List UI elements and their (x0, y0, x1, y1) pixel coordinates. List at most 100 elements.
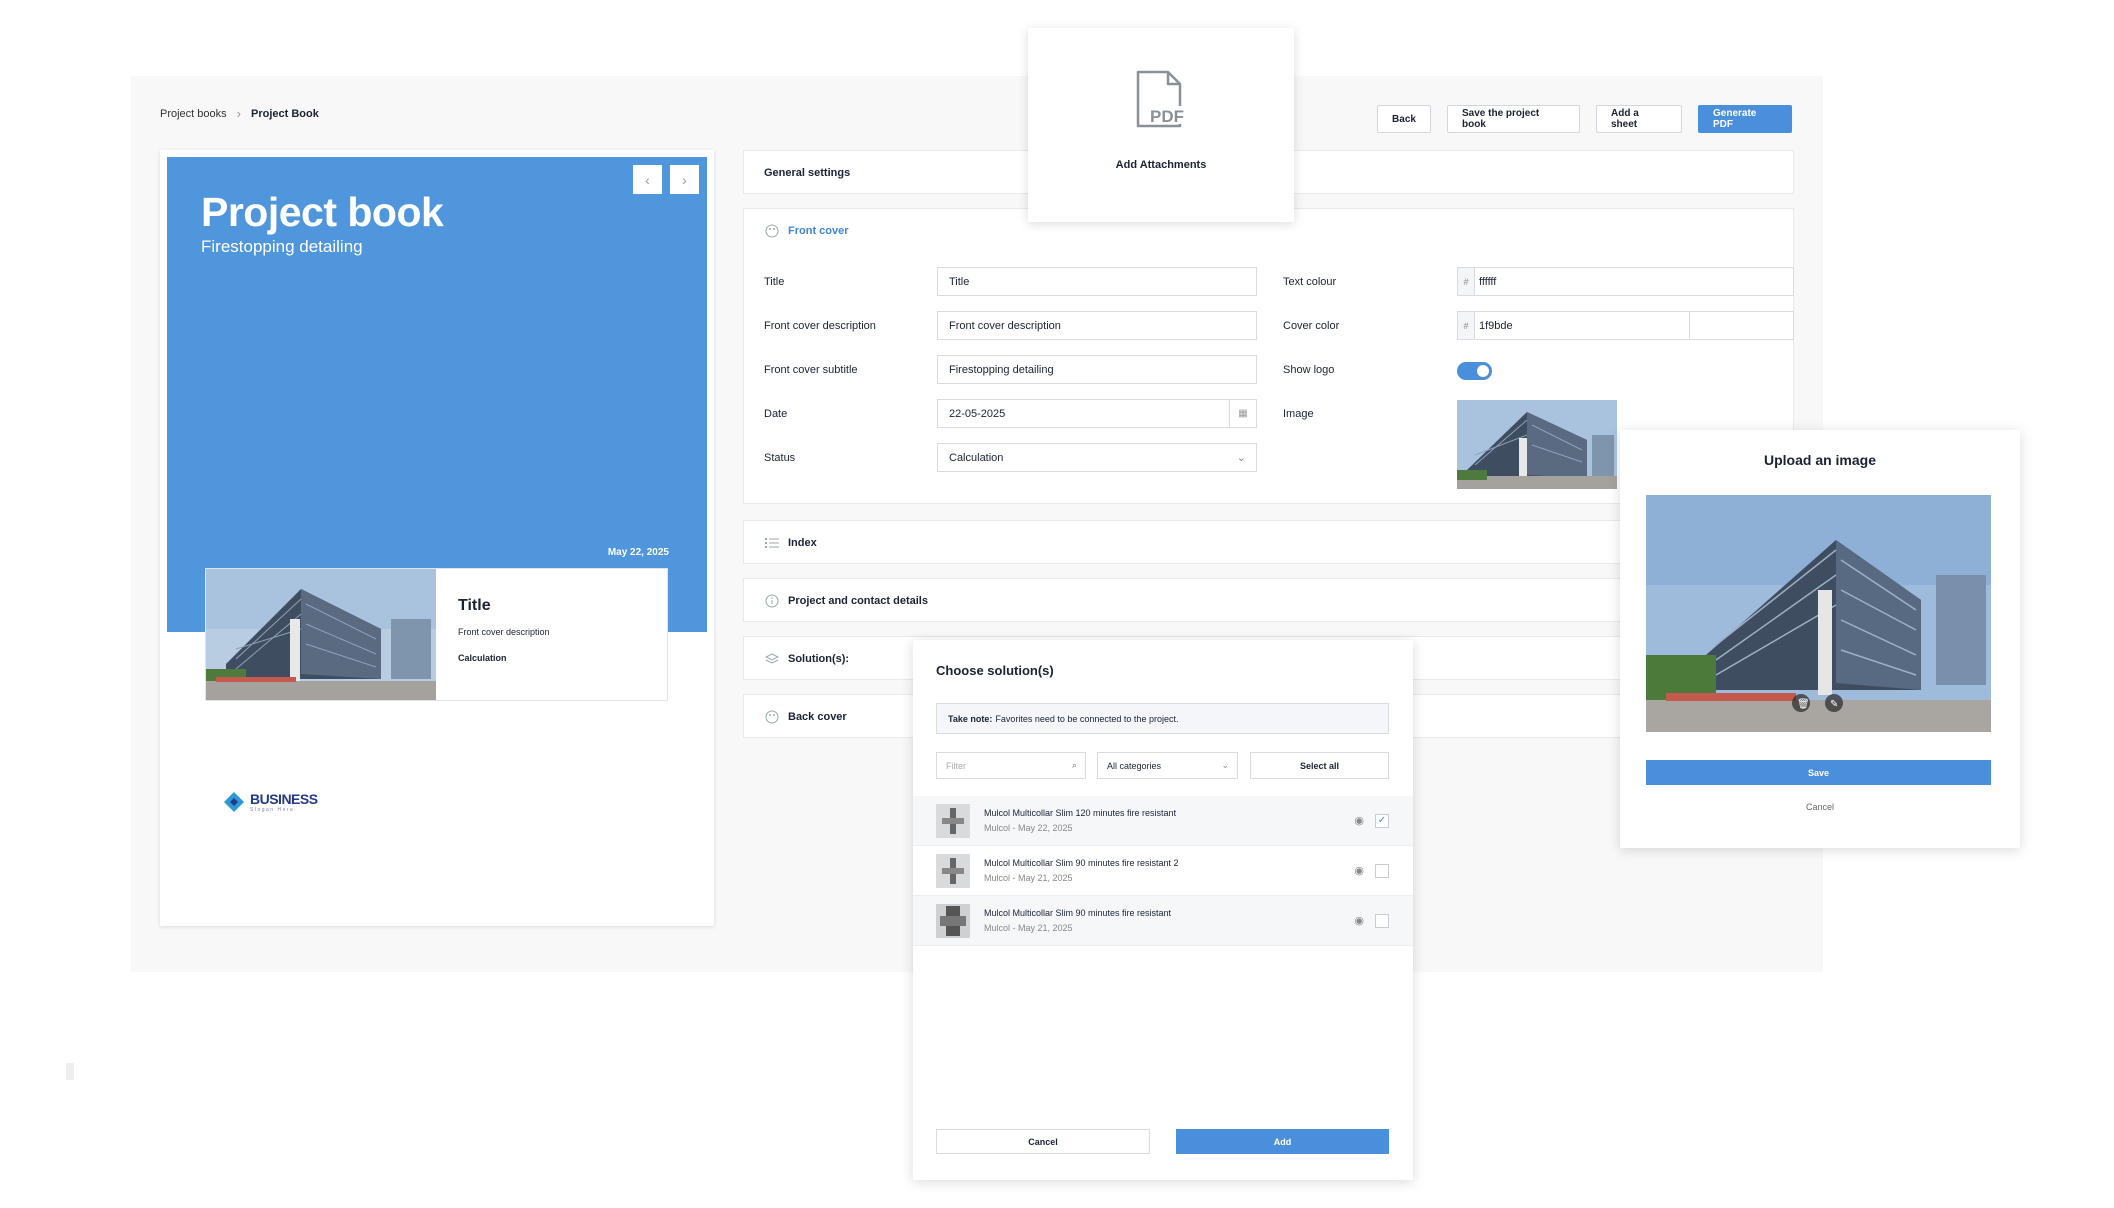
upload-image-dialog: Upload an image 🗑 ✎ Save Cancel (1620, 430, 2020, 848)
solution-thumbnail (936, 853, 970, 888)
eye-icon[interactable]: ◉ (1354, 814, 1364, 827)
solution-list: Mulcol Multicollar Slim 120 minutes fire… (913, 796, 1413, 946)
back-button[interactable]: Back (1377, 105, 1431, 133)
text-colour-label: Text colour (1283, 276, 1337, 288)
solution-thumbnail (936, 803, 970, 838)
filter-placeholder: Filter (946, 760, 966, 771)
solution-meta: Mulcol - May 22, 2025 (984, 823, 1073, 833)
choose-add-button[interactable]: Add (1176, 1129, 1389, 1154)
add-attachments-label: Add Attachments (1115, 159, 1207, 171)
title-input[interactable]: Title (937, 267, 1257, 296)
eye-icon[interactable]: ◉ (1354, 914, 1364, 927)
layers-icon (764, 651, 780, 667)
chevron-right-icon: › (236, 106, 241, 121)
add-sheet-button[interactable]: Add a sheet (1596, 105, 1682, 133)
solution-name: Mulcol Multicollar Slim 120 minutes fire… (984, 808, 1177, 818)
decorative-mark (66, 1063, 74, 1080)
title-label: Title (764, 276, 785, 288)
list-item[interactable]: Mulcol Multicollar Slim 90 minutes fire … (913, 896, 1413, 946)
breadcrumb: Project books › Project Book (160, 106, 319, 121)
list-icon (764, 535, 780, 551)
hash-prefix: # (1457, 311, 1475, 340)
palette-icon (764, 223, 780, 239)
pdf-file-icon: PDF (1136, 70, 1190, 128)
chevron-down-icon: ⌄ (1221, 760, 1229, 770)
cover-card: Title Front cover description Calculatio… (205, 568, 668, 701)
description-label: Front cover description (764, 320, 876, 332)
text-colour-input[interactable]: ffffff (1474, 267, 1794, 296)
index-label: Index (788, 536, 817, 549)
choose-title: Choose solution(s) (936, 663, 1054, 678)
breadcrumb-current: Project Book (251, 107, 319, 120)
front-cover-label: Front cover (788, 224, 849, 237)
solution-name: Mulcol Multicollar Slim 90 minutes fire … (984, 908, 1172, 918)
solution-checkbox[interactable] (1375, 863, 1389, 878)
upload-save-button[interactable]: Save (1646, 760, 1991, 785)
list-item[interactable]: Mulcol Multicollar Slim 120 minutes fire… (913, 796, 1413, 846)
solution-checkbox[interactable] (1375, 913, 1389, 928)
solution-checkbox[interactable]: ✓ (1375, 813, 1389, 828)
svg-text:✎: ✎ (1830, 699, 1838, 710)
select-all-button[interactable]: Select all (1250, 752, 1389, 779)
show-logo-toggle[interactable] (1457, 362, 1492, 380)
upload-image-preview: 🗑 ✎ (1646, 495, 1991, 732)
add-attachments-card[interactable]: PDF Add Attachments (1028, 28, 1294, 222)
palette-icon (764, 709, 780, 725)
cover-color-label: Cover color (1283, 320, 1340, 332)
upload-cancel-button[interactable]: Cancel (1620, 802, 2020, 812)
company-logo: BUSINESS Slogan Here (222, 790, 318, 814)
toolbar: Back Save the project book Add a sheet G… (1377, 105, 1792, 133)
cover-subtitle: Firestopping detailing (201, 237, 363, 256)
project-contact-label: Project and contact details (788, 594, 928, 607)
chevron-right-icon[interactable]: › (670, 165, 699, 194)
solution-name: Mulcol Multicollar Slim 90 minutes fire … (984, 858, 1179, 868)
svg-text:🗑: 🗑 (1797, 698, 1810, 710)
calendar-icon[interactable]: ▦ (1229, 399, 1257, 428)
filter-input[interactable]: Filter ⌕ (936, 752, 1086, 779)
cover-preview: Project book Firestopping detailing ‹ › … (160, 150, 714, 926)
status-value: Calculation (949, 451, 1004, 464)
date-label: Date (764, 408, 788, 420)
list-item[interactable]: Mulcol Multicollar Slim 90 minutes fire … (913, 846, 1413, 896)
cover-color-input[interactable]: 1f9bde (1474, 311, 1690, 340)
choose-solutions-dialog: Choose solution(s) Take note: Favorites … (913, 640, 1413, 1180)
eye-icon[interactable]: ◉ (1354, 864, 1364, 877)
status-label: Status (764, 452, 796, 464)
pdf-icon-text: PDF (1150, 107, 1184, 126)
card-title: Title (458, 597, 491, 614)
image-label: Image (1283, 408, 1314, 420)
breadcrumb-parent[interactable]: Project books (160, 108, 227, 120)
search-icon: ⌕ (1071, 760, 1077, 770)
logo-tagline: Slogan Here (250, 807, 295, 813)
show-logo-label: Show logo (1283, 364, 1335, 376)
date-input[interactable]: 22-05-2025 (937, 399, 1230, 428)
solution-meta: Mulcol - May 21, 2025 (984, 923, 1073, 933)
solutions-label: Solution(s): (788, 652, 850, 665)
info-icon (764, 593, 780, 609)
stage: Project books › Project Book Back Save t… (0, 0, 2114, 1208)
logo-text: BUSINESS (250, 791, 318, 807)
cover-date: May 22, 2025 (607, 547, 669, 558)
back-cover-label: Back cover (788, 710, 847, 723)
status-select[interactable]: Calculation ⌄ (937, 443, 1257, 472)
subtitle-input[interactable]: Firestopping detailing (937, 355, 1257, 384)
take-note-banner: Take note: Favorites need to be connecte… (936, 703, 1389, 734)
chevron-left-icon[interactable]: ‹ (633, 165, 662, 194)
category-select[interactable]: All categories ⌄ (1097, 752, 1238, 779)
note-text: Favorites need to be connected to the pr… (995, 713, 1179, 724)
cover-card-info: Title Front cover description Calculatio… (436, 569, 572, 700)
cover-color-picker[interactable] (1689, 311, 1794, 340)
generate-pdf-button[interactable]: Generate PDF (1698, 105, 1792, 133)
subtitle-label: Front cover subtitle (764, 364, 858, 376)
save-project-book-button[interactable]: Save the project book (1447, 105, 1580, 133)
cover-title: Project book (201, 189, 444, 235)
choose-cancel-button[interactable]: Cancel (936, 1129, 1150, 1154)
solution-thumbnail (936, 903, 970, 938)
preview-nav: ‹ › (633, 165, 699, 194)
upload-title: Upload an image (1763, 452, 1877, 468)
cover-image-thumbnail[interactable] (1457, 400, 1617, 489)
card-status: Calculation (458, 653, 507, 663)
description-input[interactable]: Front cover description (937, 311, 1257, 340)
cover-area: Project book Firestopping detailing ‹ › … (167, 157, 707, 632)
building-photo (206, 569, 436, 700)
